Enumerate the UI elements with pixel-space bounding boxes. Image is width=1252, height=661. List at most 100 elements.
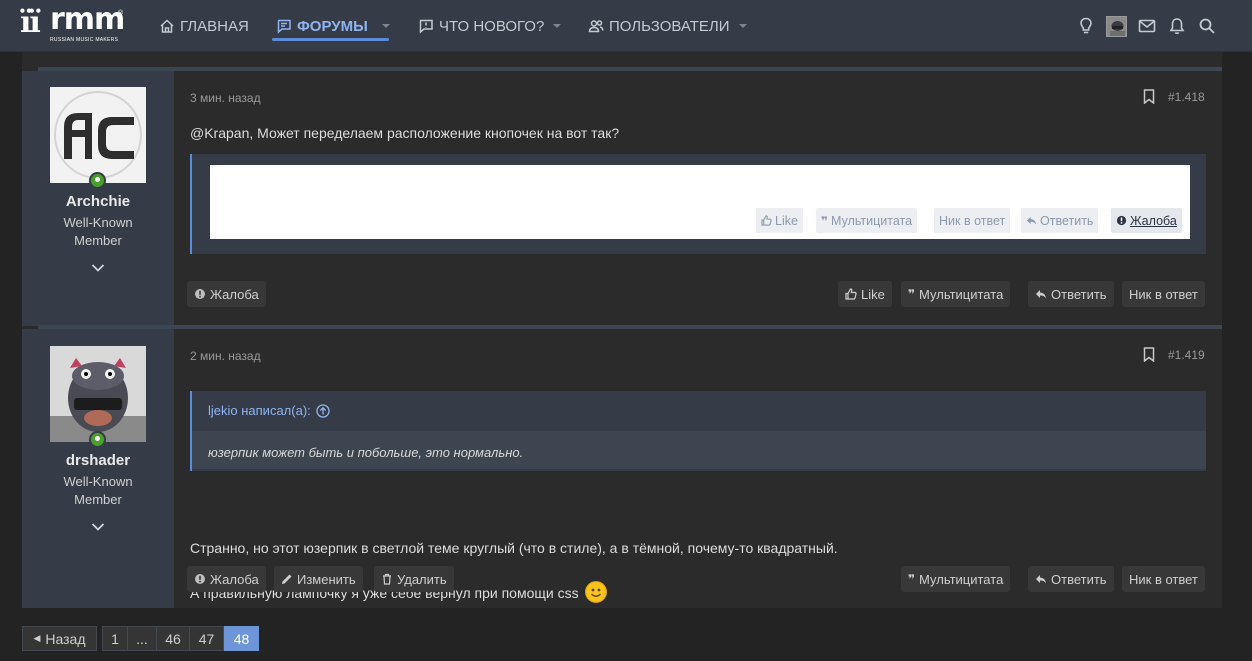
button-label: Жалоба — [210, 286, 259, 302]
thumbs-up-icon — [845, 288, 857, 300]
post-number[interactable]: #1.419 — [1168, 348, 1205, 362]
chevron-down-icon[interactable] — [553, 24, 561, 28]
mention-button[interactable]: Ник в ответ — [1122, 566, 1205, 592]
quote-header[interactable]: ljekio написал(а): — [208, 403, 330, 418]
button-label: Ответить — [1040, 213, 1094, 228]
quote-body: юзерпик может быть и побольше, это норма… — [192, 431, 1206, 469]
chevron-down-icon[interactable] — [91, 522, 105, 532]
attached-screenshot: Like ❞ Мультицитата Ник в ответ Ответить… — [190, 154, 1206, 254]
bell-icon[interactable] — [1167, 16, 1187, 36]
screenshot-image: Like ❞ Мультицитата Ник в ответ Ответить… — [210, 165, 1190, 239]
quote-author: ljekio написал(а): — [208, 403, 311, 418]
pagination-page[interactable]: 1 — [102, 626, 128, 651]
button-label: Мультицитата — [831, 213, 913, 228]
post-timestamp[interactable]: 2 мин. назад — [190, 349, 261, 363]
pagination-page[interactable]: 47 — [189, 626, 224, 651]
nav-item-forums[interactable]: ФОРУМЫ — [276, 0, 368, 52]
whats-new-icon — [419, 19, 433, 34]
multiquote-button: ❞ Мультицитата — [816, 208, 918, 233]
like-button[interactable]: Like — [838, 281, 892, 307]
nav-item-label: ГЛАВНАЯ — [180, 17, 249, 35]
logo-registered-mark: ® — [118, 10, 124, 17]
pencil-icon — [282, 574, 292, 584]
post-message: @Krapan, Может переделаем расположение к… — [190, 125, 620, 141]
thumbs-up-icon — [761, 215, 772, 226]
logo-tagline: RUSSIAN MUSIC MAKERS — [50, 37, 119, 43]
button-label: Ник в ответ — [1129, 571, 1198, 587]
button-label: Like — [775, 213, 798, 228]
mail-icon[interactable] — [1137, 16, 1157, 36]
avatar[interactable] — [1106, 16, 1127, 37]
search-icon[interactable] — [1197, 16, 1217, 36]
chevron-down-icon[interactable] — [91, 263, 105, 273]
forum-icon — [277, 19, 291, 34]
post: Archchie Well-Known Member 3 мин. назад … — [22, 52, 1222, 326]
multiquote-button[interactable]: ❞ Мультицитата — [901, 566, 1011, 592]
post-timestamp[interactable]: 3 мин. назад — [190, 91, 261, 105]
edit-button[interactable]: Изменить — [274, 566, 363, 592]
active-tab-indicator — [272, 38, 389, 41]
lightbulb-icon[interactable] — [1076, 16, 1096, 36]
avatar[interactable] — [50, 87, 146, 183]
chevron-down-icon[interactable] — [739, 24, 747, 28]
report-icon — [1116, 215, 1127, 226]
button-label: Жалоба — [1130, 213, 1177, 228]
mention-button[interactable]: Ник в ответ — [1122, 281, 1205, 307]
user-title-line: Member — [74, 233, 122, 248]
reply-button: Ответить — [1021, 208, 1099, 233]
username[interactable]: drshader — [22, 452, 174, 469]
button-label: Ответить — [1051, 286, 1107, 302]
like-button: Like — [756, 208, 803, 233]
nav-item-home[interactable]: ГЛАВНАЯ — [159, 0, 249, 52]
bookmark-icon[interactable] — [1143, 347, 1155, 362]
nav-item-members[interactable]: ПОЛЬЗОВАТЕЛИ — [588, 0, 730, 52]
button-label: Ник в ответ — [1129, 286, 1198, 302]
reply-icon — [1036, 575, 1046, 584]
user-title-line: Well-Known — [63, 215, 133, 230]
post-user-column: Archchie Well-Known Member — [22, 71, 174, 326]
avatar[interactable] — [50, 346, 146, 442]
thread-posts: Archchie Well-Known Member 3 мин. назад … — [22, 52, 1222, 608]
arrow-up-circle-icon[interactable] — [316, 403, 330, 418]
nav-item-label: ФОРУМЫ — [297, 17, 368, 35]
mention-button: Ник в ответ — [934, 208, 1011, 233]
users-icon — [588, 20, 604, 33]
multiquote-button[interactable]: ❞ Мультицитата — [901, 281, 1011, 307]
button-label: Мультицитата — [919, 571, 1004, 587]
nav-item-label: ПОЛЬЗОВАТЕЛИ — [609, 17, 730, 35]
delete-button[interactable]: Удалить — [374, 566, 454, 592]
button-label: Удалить — [397, 571, 447, 587]
nav-item-whats-new[interactable]: ЧТО НОВОГО? — [418, 0, 544, 52]
username[interactable]: Archchie — [22, 193, 174, 210]
logo-glyph: ïï — [20, 5, 41, 40]
report-button[interactable]: Жалоба — [187, 566, 266, 592]
button-label: Ответить — [1051, 571, 1107, 587]
online-status-indicator — [89, 172, 106, 189]
quote-icon: ❞ — [821, 213, 829, 228]
button-label: Изменить — [297, 571, 356, 587]
report-button: Жалоба — [1111, 208, 1182, 233]
button-label: Мультицитата — [919, 286, 1004, 302]
chevron-down-icon[interactable] — [382, 24, 390, 28]
post-user-column: drshader Well-Known Member — [22, 329, 174, 608]
report-icon — [195, 574, 205, 584]
nav-item-label: ЧТО НОВОГО? — [439, 17, 545, 35]
pagination-prev-button[interactable]: ◀ Назад — [22, 626, 97, 651]
report-button[interactable]: Жалоба — [187, 281, 266, 307]
reply-button[interactable]: Ответить — [1028, 281, 1114, 307]
button-label: Like — [861, 286, 885, 302]
post-number[interactable]: #1.418 — [1168, 90, 1205, 104]
quote-icon: ❞ — [908, 287, 916, 301]
user-title-line: Well-Known — [63, 474, 133, 489]
pagination-page[interactable]: 46 — [156, 626, 190, 651]
smile-emoji-icon — [585, 581, 608, 603]
caret-left-icon: ◀ — [33, 633, 41, 643]
trash-icon — [383, 573, 391, 585]
reply-button[interactable]: Ответить — [1028, 566, 1114, 592]
bookmark-icon[interactable] — [1143, 89, 1155, 104]
logo-word: rmm — [50, 2, 125, 37]
pagination-page-current[interactable]: 48 — [224, 626, 259, 651]
online-status-indicator — [89, 431, 106, 448]
site-logo[interactable]: ïï rmm ® RUSSIAN MUSIC MAKERS — [20, 2, 130, 46]
pagination-ellipsis[interactable]: ... — [127, 626, 157, 651]
